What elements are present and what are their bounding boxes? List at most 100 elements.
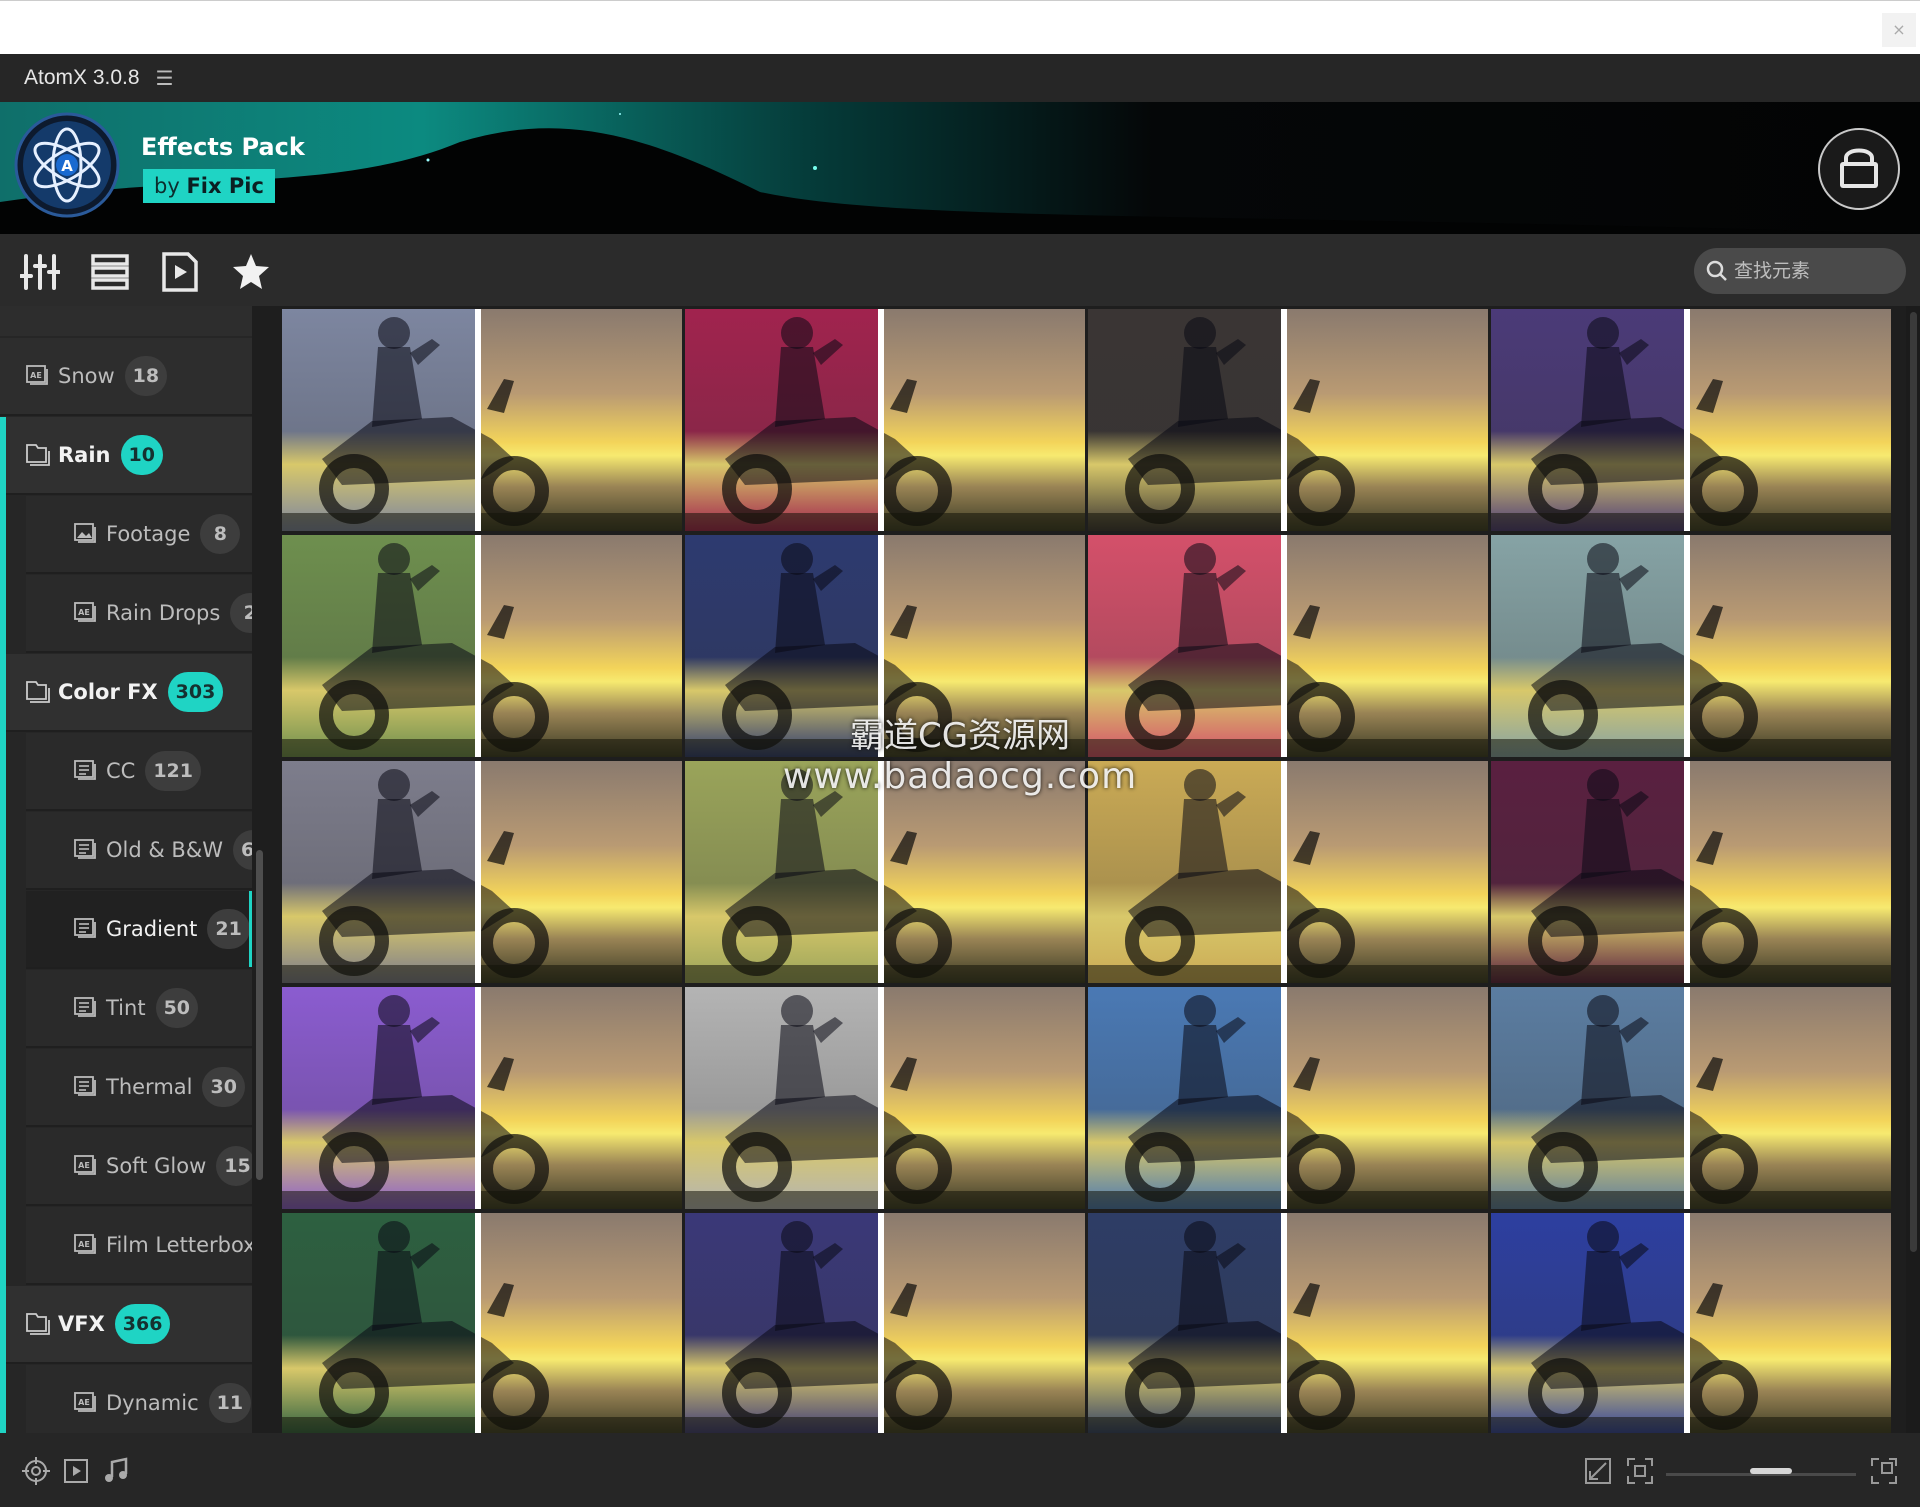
fit-icon[interactable] [1626,1457,1654,1485]
search-input[interactable] [1734,248,1894,294]
sidebar-item-gradient[interactable]: Gradient 21 [26,891,252,969]
ae-icon: AE [74,602,96,622]
app-header: AtomX 3.0.8 ☰ [0,54,1920,102]
effect-thumbnail[interactable] [685,987,1085,1209]
doc-icon [74,918,96,938]
grid-scrollbar[interactable] [1906,306,1920,1433]
motorcycle-rider-silhouette [1491,1221,1891,1433]
shrink-icon[interactable] [1584,1457,1612,1485]
app-title: AtomX 3.0.8 [24,66,140,89]
effect-thumbnail[interactable] [1088,309,1488,531]
sidebar-item-tint[interactable]: Tint 50 [26,970,252,1048]
compare-divider[interactable] [1684,987,1690,1209]
compare-divider[interactable] [1684,1213,1690,1433]
shopping-bag-icon [1840,148,1878,188]
effect-thumbnail[interactable] [1491,987,1891,1209]
sidebar-item-count: 15 [216,1146,257,1186]
ae-icon: AE [74,1155,96,1175]
zoom-slider-thumb[interactable] [1749,1468,1792,1474]
category-sidebar: AE Snow 18 Rain 10 Footage 8 AE Rain Drops 2 Color… [0,306,266,1433]
sidebar-scroll-thumb[interactable] [256,850,263,1180]
compare-divider[interactable] [1281,1213,1287,1433]
toolbar [0,234,1920,306]
sidebar-item-soft-glow[interactable]: AE Soft Glow 15 [26,1128,257,1206]
motorcycle-rider-silhouette [1088,317,1488,531]
effect-thumbnail[interactable] [282,309,682,531]
compare-divider[interactable] [1684,309,1690,531]
effect-thumbnail[interactable] [685,1213,1085,1433]
sidebar-item-label: Film Letterbox [106,1233,256,1257]
compare-divider[interactable] [1281,987,1287,1209]
sidebar-item-rain[interactable]: Rain 10 [0,417,252,495]
effect-thumbnail[interactable] [1088,1213,1488,1433]
doc-icon [74,997,96,1017]
compare-divider[interactable] [878,309,884,531]
hamburger-icon[interactable]: ☰ [156,66,174,90]
sliders-icon[interactable] [20,252,60,292]
effect-thumbnail[interactable] [282,1213,682,1433]
svg-text:AE: AE [78,1161,90,1170]
ae-icon: AE [26,365,48,385]
sidebar-item-label: Thermal [106,1075,193,1099]
sidebar-item-footage[interactable]: Footage 8 [26,496,252,574]
pack-by-prefix: by [154,174,180,198]
svg-text:AE: AE [78,1240,90,1249]
search-box[interactable] [1694,248,1906,294]
svg-text:AE: AE [30,371,42,380]
compare-divider[interactable] [475,987,481,1209]
motorcycle-rider-silhouette [685,995,1085,1209]
watermark-line-1: 霸道CG资源网 [849,716,1071,756]
compare-divider[interactable] [1281,309,1287,531]
sidebar-item-dynamic[interactable]: AE Dynamic 11 [26,1365,252,1433]
effect-thumbnail[interactable] [1491,309,1891,531]
sidebar-item-vfx[interactable]: VFX 366 [0,1286,252,1364]
sidebar-item-label: Tint [106,996,146,1020]
svg-text:AE: AE [78,608,90,617]
pack-author-badge[interactable]: by Fix Pic [143,169,275,203]
sidebar-item-old-b-w[interactable]: Old & B&W63 [26,812,266,890]
sidebar-item-count: 366 [114,1304,171,1344]
expand-icon[interactable] [1870,1457,1898,1485]
sidebar-item-label: Color FX [58,680,158,704]
sidebar-item-thermal[interactable]: Thermal 30 [26,1049,252,1127]
sidebar-item-rain-drops[interactable]: AE Rain Drops 2 [26,575,266,653]
sidebar-item-label: Gradient [106,917,198,941]
compare-divider[interactable] [878,1213,884,1433]
os-title-bar: × [0,0,1920,54]
folder-icon [26,681,50,703]
list-view-icon[interactable] [90,252,130,292]
motorcycle-rider-silhouette [685,1221,1085,1433]
sidebar-item-count: 30 [202,1067,245,1107]
compare-divider[interactable] [475,1213,481,1433]
expanded-group-accent [0,1286,6,1433]
effects-grid-area [266,306,1920,1433]
play-icon[interactable] [62,1457,90,1485]
sidebar-item-count: 11 [208,1383,252,1423]
music-icon[interactable] [102,1457,130,1485]
sidebar-item-count: 50 [155,988,199,1028]
sidebar-item-count: 8 [200,514,241,554]
sidebar-item-label: Soft Glow [106,1154,207,1178]
pack-title: Effects Pack [141,133,305,161]
sidebar-item-snow[interactable]: AE Snow 18 [0,338,252,416]
sidebar-item-label: Snow [58,364,115,388]
folder-icon [26,1313,50,1335]
effect-thumbnail[interactable] [1088,987,1488,1209]
effect-thumbnail[interactable] [685,309,1085,531]
motorcycle-rider-silhouette [282,1221,682,1433]
effect-thumbnail[interactable] [282,987,682,1209]
motorcycle-rider-silhouette [1491,995,1891,1209]
watermark-line-2: www.badaocg.com [782,756,1138,797]
store-button[interactable] [1818,128,1900,210]
favorites-star-icon[interactable] [231,252,271,292]
video-file-icon[interactable] [160,252,200,292]
sidebar-item-film-letterbox[interactable]: AE Film Letterbox [26,1207,266,1285]
target-icon[interactable] [22,1457,50,1485]
sidebar-item-count: 303 [167,672,224,712]
window-close-button[interactable]: × [1882,13,1916,47]
sidebar-item-count: 10 [120,435,163,475]
effect-thumbnail[interactable] [1491,1213,1891,1433]
footer-bar [0,1433,1920,1507]
compare-divider[interactable] [878,987,884,1209]
compare-divider[interactable] [475,309,481,531]
